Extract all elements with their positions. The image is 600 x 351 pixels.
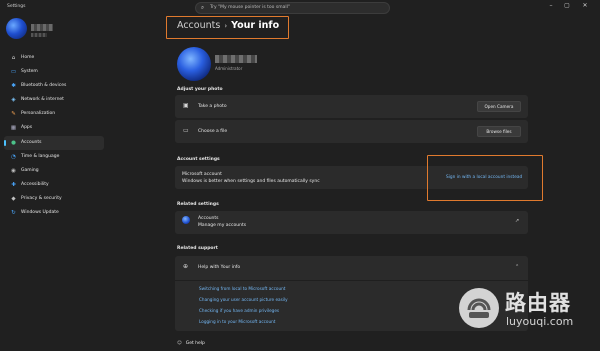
take-photo-row: ▣ Take a photo Open Camera <box>175 95 528 118</box>
bluetooth-icon: ✱ <box>11 83 16 90</box>
sidebar-item-apps[interactable]: ▦ Apps <box>4 121 104 135</box>
support-link[interactable]: Changing your user account picture easil… <box>199 297 288 302</box>
sidebar-item-accessibility[interactable]: ✚ Accessibility <box>4 178 104 192</box>
sidebar-item-label: Windows Update <box>21 210 59 216</box>
sidebar-item-label: Personalization <box>21 111 56 117</box>
watermark: 路由器 luyouqi.com <box>459 285 589 335</box>
sidebar-nav: ⌂ Home ▭ System ✱ Bluetooth & devices ◈ Network… <box>4 51 104 220</box>
support-link[interactable]: Switching from local to Microsoft accoun… <box>199 286 285 291</box>
accounts-related-description: Manage my accounts <box>198 223 247 228</box>
support-link[interactable]: Logging in to your Microsoft account <box>199 319 275 324</box>
profile-name-redacted <box>31 24 53 31</box>
chevron-right-icon: › <box>224 22 228 30</box>
sidebar-item-personalization[interactable]: ✎ Personalization <box>4 107 104 121</box>
choose-file-row: ▭ Choose a file Browse files <box>175 120 528 143</box>
home-icon: ⌂ <box>11 55 16 61</box>
sidebar-item-label: Bluetooth & devices <box>21 83 67 89</box>
sidebar-item-windows-update[interactable]: ↻ Windows Update <box>4 206 104 220</box>
breadcrumb: Accounts › Your info <box>177 20 279 31</box>
sidebar-item-label: Home <box>21 55 35 60</box>
account-avatar-icon <box>182 216 190 224</box>
accounts-related-row[interactable]: Accounts Manage my accounts ↗ <box>175 211 528 234</box>
camera-icon: ▣ <box>183 102 189 109</box>
maximize-icon[interactable]: ▢ <box>562 2 572 9</box>
app-title: Settings <box>7 4 26 9</box>
sidebar-item-label: Apps <box>21 125 33 131</box>
sidebar-item-label: Accounts <box>21 139 42 145</box>
sidebar-item-label: System <box>21 69 38 75</box>
microsoft-account-description: Windows is better when settings and file… <box>182 179 320 184</box>
get-help-label: Get help <box>185 341 205 346</box>
sidebar-item-label: Privacy & security <box>21 195 62 201</box>
sign-in-local-account-link[interactable]: Sign in with a local account instead <box>446 175 522 180</box>
help-expander-title[interactable]: Help with Your info <box>198 265 240 270</box>
section-heading-related-support: Related support <box>177 246 218 251</box>
section-heading-related-settings: Related settings <box>177 202 219 207</box>
sidebar-item-bluetooth-devices[interactable]: ✱ Bluetooth & devices <box>4 79 104 93</box>
sidebar-item-privacy-security[interactable]: ◆ Privacy & security <box>4 192 104 206</box>
router-logo-icon <box>459 288 499 328</box>
gamepad-icon: ◉ <box>11 167 16 174</box>
accessibility-icon: ✚ <box>11 181 16 188</box>
sidebar-item-home[interactable]: ⌂ Home <box>4 51 104 65</box>
sidebar-item-label: Accessibility <box>21 181 49 187</box>
apps-icon: ▦ <box>10 125 17 132</box>
username-redacted <box>215 55 257 63</box>
search-icon: ⌕ <box>201 5 205 11</box>
open-camera-button[interactable]: Open Camera <box>477 101 521 112</box>
monitor-icon: ▭ <box>10 69 17 76</box>
account-role: Administrator <box>215 66 243 71</box>
sidebar-item-time-language[interactable]: ◔ Time & language <box>4 150 104 164</box>
breadcrumb-parent[interactable]: Accounts <box>177 20 220 31</box>
close-icon[interactable]: ✕ <box>580 2 590 9</box>
help-chat-icon: ☺ <box>177 341 182 346</box>
external-link-icon: ↗ <box>515 218 520 224</box>
choose-file-label: Choose a file <box>198 129 228 134</box>
page-title: Your info <box>231 20 280 31</box>
microsoft-account-title: Microsoft account <box>182 172 222 177</box>
accounts-related-title: Accounts <box>198 216 219 221</box>
profile-picture <box>177 47 211 81</box>
avatar[interactable] <box>6 18 27 39</box>
watermark-cn: 路由器 <box>505 291 571 315</box>
search-placeholder: Try "My mouse pointer is too small" <box>210 5 290 10</box>
take-photo-label: Take a photo <box>198 104 227 109</box>
browse-files-button[interactable]: Browse files <box>477 126 521 137</box>
minimize-icon[interactable]: – <box>546 2 556 9</box>
sidebar-item-network-internet[interactable]: ◈ Network & internet <box>4 93 104 107</box>
search-box[interactable]: ⌕ Try "My mouse pointer is too small" <box>195 2 390 14</box>
profile-email-redacted <box>31 33 47 37</box>
brush-icon: ✎ <box>11 111 16 118</box>
folder-icon: ▭ <box>183 127 189 134</box>
sidebar-item-label: Network & internet <box>21 97 64 103</box>
shield-icon: ◆ <box>11 195 16 202</box>
globe-clock-icon: ◔ <box>11 153 16 160</box>
sidebar-item-label: Time & language <box>21 153 60 159</box>
wifi-icon: ◈ <box>11 97 16 104</box>
globe-icon: ⊕ <box>183 263 189 270</box>
section-heading-account-settings: Account settings <box>177 157 220 162</box>
person-icon: ● <box>11 139 16 146</box>
title-bar: Settings ⌕ Try "My mouse pointer is too … <box>0 0 600 16</box>
sidebar-item-system[interactable]: ▭ System <box>4 65 104 79</box>
sidebar-item-gaming[interactable]: ◉ Gaming <box>4 164 104 178</box>
chevron-up-icon[interactable]: ⌃ <box>515 264 519 270</box>
divider <box>175 280 528 281</box>
sidebar-item-accounts[interactable]: ● Accounts <box>4 135 104 150</box>
support-link[interactable]: Checking if you have admin privileges <box>199 308 279 313</box>
get-help-link[interactable]: ☺ Get help <box>177 341 205 346</box>
update-icon: ↻ <box>11 210 16 217</box>
watermark-en: luyouqi.com <box>506 315 574 328</box>
section-heading-adjust-photo: Adjust your photo <box>177 87 223 92</box>
sidebar-item-label: Gaming <box>21 167 39 173</box>
